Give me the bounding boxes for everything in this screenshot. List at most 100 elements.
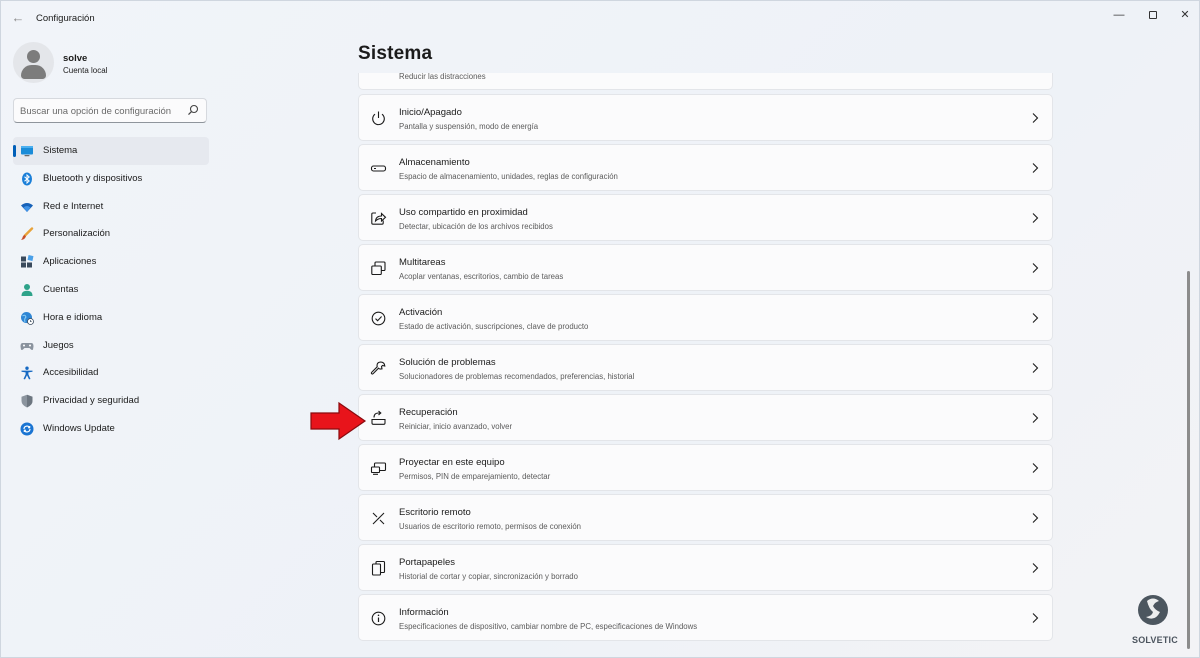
- close-icon: ✕: [1180, 9, 1190, 21]
- chevron-right-icon: [1032, 263, 1039, 273]
- chevron-right-icon: [1032, 313, 1039, 323]
- clipboard-icon: [371, 560, 386, 576]
- card-title: Multitareas: [399, 257, 446, 268]
- info-icon: [371, 611, 386, 626]
- check-circle-icon: [371, 311, 386, 326]
- remote-desktop-icon: [372, 512, 385, 525]
- shield-icon: [21, 394, 33, 408]
- sidebar-item-label: Cuentas: [43, 283, 79, 295]
- search-input[interactable]: [20, 103, 182, 119]
- bluetooth-icon: [22, 172, 32, 186]
- app-title: Configuración: [36, 13, 95, 24]
- card-subtitle: Solucionadores de problemas recomendados…: [399, 372, 635, 381]
- sidebar-item-red[interactable]: Red e Internet: [13, 193, 209, 221]
- profile-account-type: Cuenta local: [63, 66, 108, 75]
- sidebar-item-bluetooth[interactable]: Bluetooth y dispositivos: [13, 165, 209, 193]
- card-subtitle: Reducir las distracciones: [399, 73, 486, 81]
- back-button[interactable]: ←: [7, 8, 29, 28]
- minimize-icon: —: [1113, 9, 1125, 21]
- card-subtitle: Especificaciones de dispositivo, cambiar…: [399, 622, 698, 631]
- storage-icon: [370, 165, 387, 172]
- avatar: [13, 42, 54, 83]
- search-box[interactable]: [13, 98, 207, 123]
- sidebar-item-cuentas[interactable]: Cuentas: [13, 276, 209, 304]
- chevron-right-icon: [1032, 513, 1039, 523]
- card-title: Escritorio remoto: [399, 507, 471, 518]
- sidebar-item-label: Bluetooth y dispositivos: [43, 172, 143, 184]
- card-subtitle: Detectar, ubicación de los archivos reci…: [399, 222, 553, 231]
- card-subtitle: Estado de activación, suscripciones, cla…: [399, 322, 589, 331]
- monitor-icon: [21, 146, 33, 157]
- chevron-right-icon: [1032, 613, 1039, 623]
- card-subtitle: Acoplar ventanas, escritorios, cambio de…: [399, 272, 564, 281]
- settings-card-portapapeles[interactable]: Portapapeles Historial de cortar y copia…: [358, 544, 1053, 591]
- wrench-icon: [370, 361, 386, 375]
- user-profile[interactable]: solve Cuenta local: [13, 42, 213, 84]
- sidebar-item-juegos[interactable]: Juegos: [13, 332, 209, 360]
- chevron-right-icon: [1032, 113, 1039, 123]
- card-title: Portapapeles: [399, 557, 455, 568]
- settings-card-concentracion[interactable]: Reducir las distracciones: [358, 73, 1053, 90]
- card-subtitle: Pantalla y suspensión, modo de energía: [399, 122, 539, 131]
- share-icon: [371, 212, 387, 225]
- project-icon: [370, 462, 387, 475]
- settings-card-solucion-problemas[interactable]: Solución de problemas Solucionadores de …: [358, 344, 1053, 391]
- card-title: Recuperación: [399, 407, 458, 418]
- multitask-icon: [371, 261, 386, 276]
- accessibility-icon: [21, 366, 33, 380]
- sidebar-nav: Sistema Bluetooth y dispositivos Red e I…: [13, 137, 209, 443]
- minimize-button[interactable]: —: [1101, 5, 1137, 25]
- sidebar-item-label: Personalización: [43, 228, 111, 240]
- card-title: Activación: [399, 307, 443, 318]
- update-icon: [20, 422, 34, 436]
- settings-window: ← Configuración — ✕ solve Cuenta local B…: [0, 0, 1200, 658]
- sidebar-item-label: Juegos: [43, 339, 74, 351]
- close-button[interactable]: ✕: [1167, 5, 1200, 25]
- settings-card-almacenamiento[interactable]: Almacenamiento Espacio de almacenamiento…: [358, 144, 1053, 191]
- wifi-icon: [21, 202, 33, 212]
- person-icon: [21, 283, 33, 296]
- sidebar-item-label: Aplicaciones: [43, 256, 97, 268]
- chevron-right-icon: [1032, 413, 1039, 423]
- profile-name: solve: [63, 53, 88, 64]
- card-subtitle: Historial de cortar y copiar, sincroniza…: [399, 572, 578, 581]
- card-subtitle: Espacio de almacenamiento, unidades, reg…: [399, 172, 618, 181]
- sidebar-item-label: Sistema: [43, 145, 78, 156]
- sidebar-item-personalizacion[interactable]: Personalización: [13, 220, 209, 248]
- back-arrow-icon: ←: [11, 10, 25, 25]
- card-subtitle: Permisos, PIN de emparejamiento, detecta…: [399, 472, 551, 481]
- maximize-button[interactable]: [1135, 5, 1171, 25]
- gamepad-icon: [20, 342, 34, 350]
- sidebar-item-windows-update[interactable]: Windows Update: [13, 415, 209, 443]
- settings-card-uso-compartido[interactable]: Uso compartido en proximidad Detectar, u…: [358, 194, 1053, 241]
- settings-card-inicio-apagado[interactable]: Inicio/Apagado Pantalla y suspensión, mo…: [358, 94, 1053, 141]
- sidebar-item-label: Privacidad y seguridad: [43, 395, 140, 407]
- search-icon[interactable]: [187, 104, 199, 116]
- sidebar-item-aplicaciones[interactable]: Aplicaciones: [13, 248, 209, 276]
- settings-card-activacion[interactable]: Activación Estado de activación, suscrip…: [358, 294, 1053, 341]
- card-subtitle: Reiniciar, inicio avanzado, volver: [399, 422, 513, 431]
- sidebar-item-sistema[interactable]: Sistema: [13, 137, 209, 165]
- settings-card-multitareas[interactable]: Multitareas Acoplar ventanas, escritorio…: [358, 244, 1053, 291]
- settings-card-proyectar[interactable]: Proyectar en este equipo Permisos, PIN d…: [358, 444, 1053, 491]
- sidebar-item-label: Hora e idioma: [43, 311, 103, 323]
- chevron-right-icon: [1032, 463, 1039, 473]
- settings-list: Reducir las distracciones Inicio/Apagado…: [358, 73, 1053, 653]
- settings-card-escritorio-remoto[interactable]: Escritorio remoto Usuarios de escritorio…: [358, 494, 1053, 541]
- settings-card-informacion[interactable]: Información Especificaciones de disposit…: [358, 594, 1053, 641]
- chevron-right-icon: [1032, 163, 1039, 173]
- sidebar-item-hora-idioma[interactable]: Hora e idioma: [13, 304, 209, 332]
- recovery-icon: [371, 410, 386, 425]
- card-title: Solución de problemas: [399, 357, 496, 368]
- card-title: Proyectar en este equipo: [399, 457, 505, 468]
- card-subtitle: Usuarios de escritorio remoto, permisos …: [399, 522, 582, 531]
- settings-card-recuperacion[interactable]: Recuperación Reiniciar, inicio avanzado,…: [358, 394, 1053, 441]
- apps-icon: [21, 255, 34, 268]
- annotation-arrow-icon: [310, 401, 367, 441]
- title-bar: ← Configuración — ✕: [1, 1, 1199, 35]
- power-icon: [372, 111, 385, 126]
- sidebar-item-label: Red e Internet: [43, 200, 104, 212]
- sidebar-item-accesibilidad[interactable]: Accesibilidad: [13, 359, 209, 387]
- page-title: Sistema: [358, 43, 433, 64]
- sidebar-item-privacidad[interactable]: Privacidad y seguridad: [13, 387, 209, 415]
